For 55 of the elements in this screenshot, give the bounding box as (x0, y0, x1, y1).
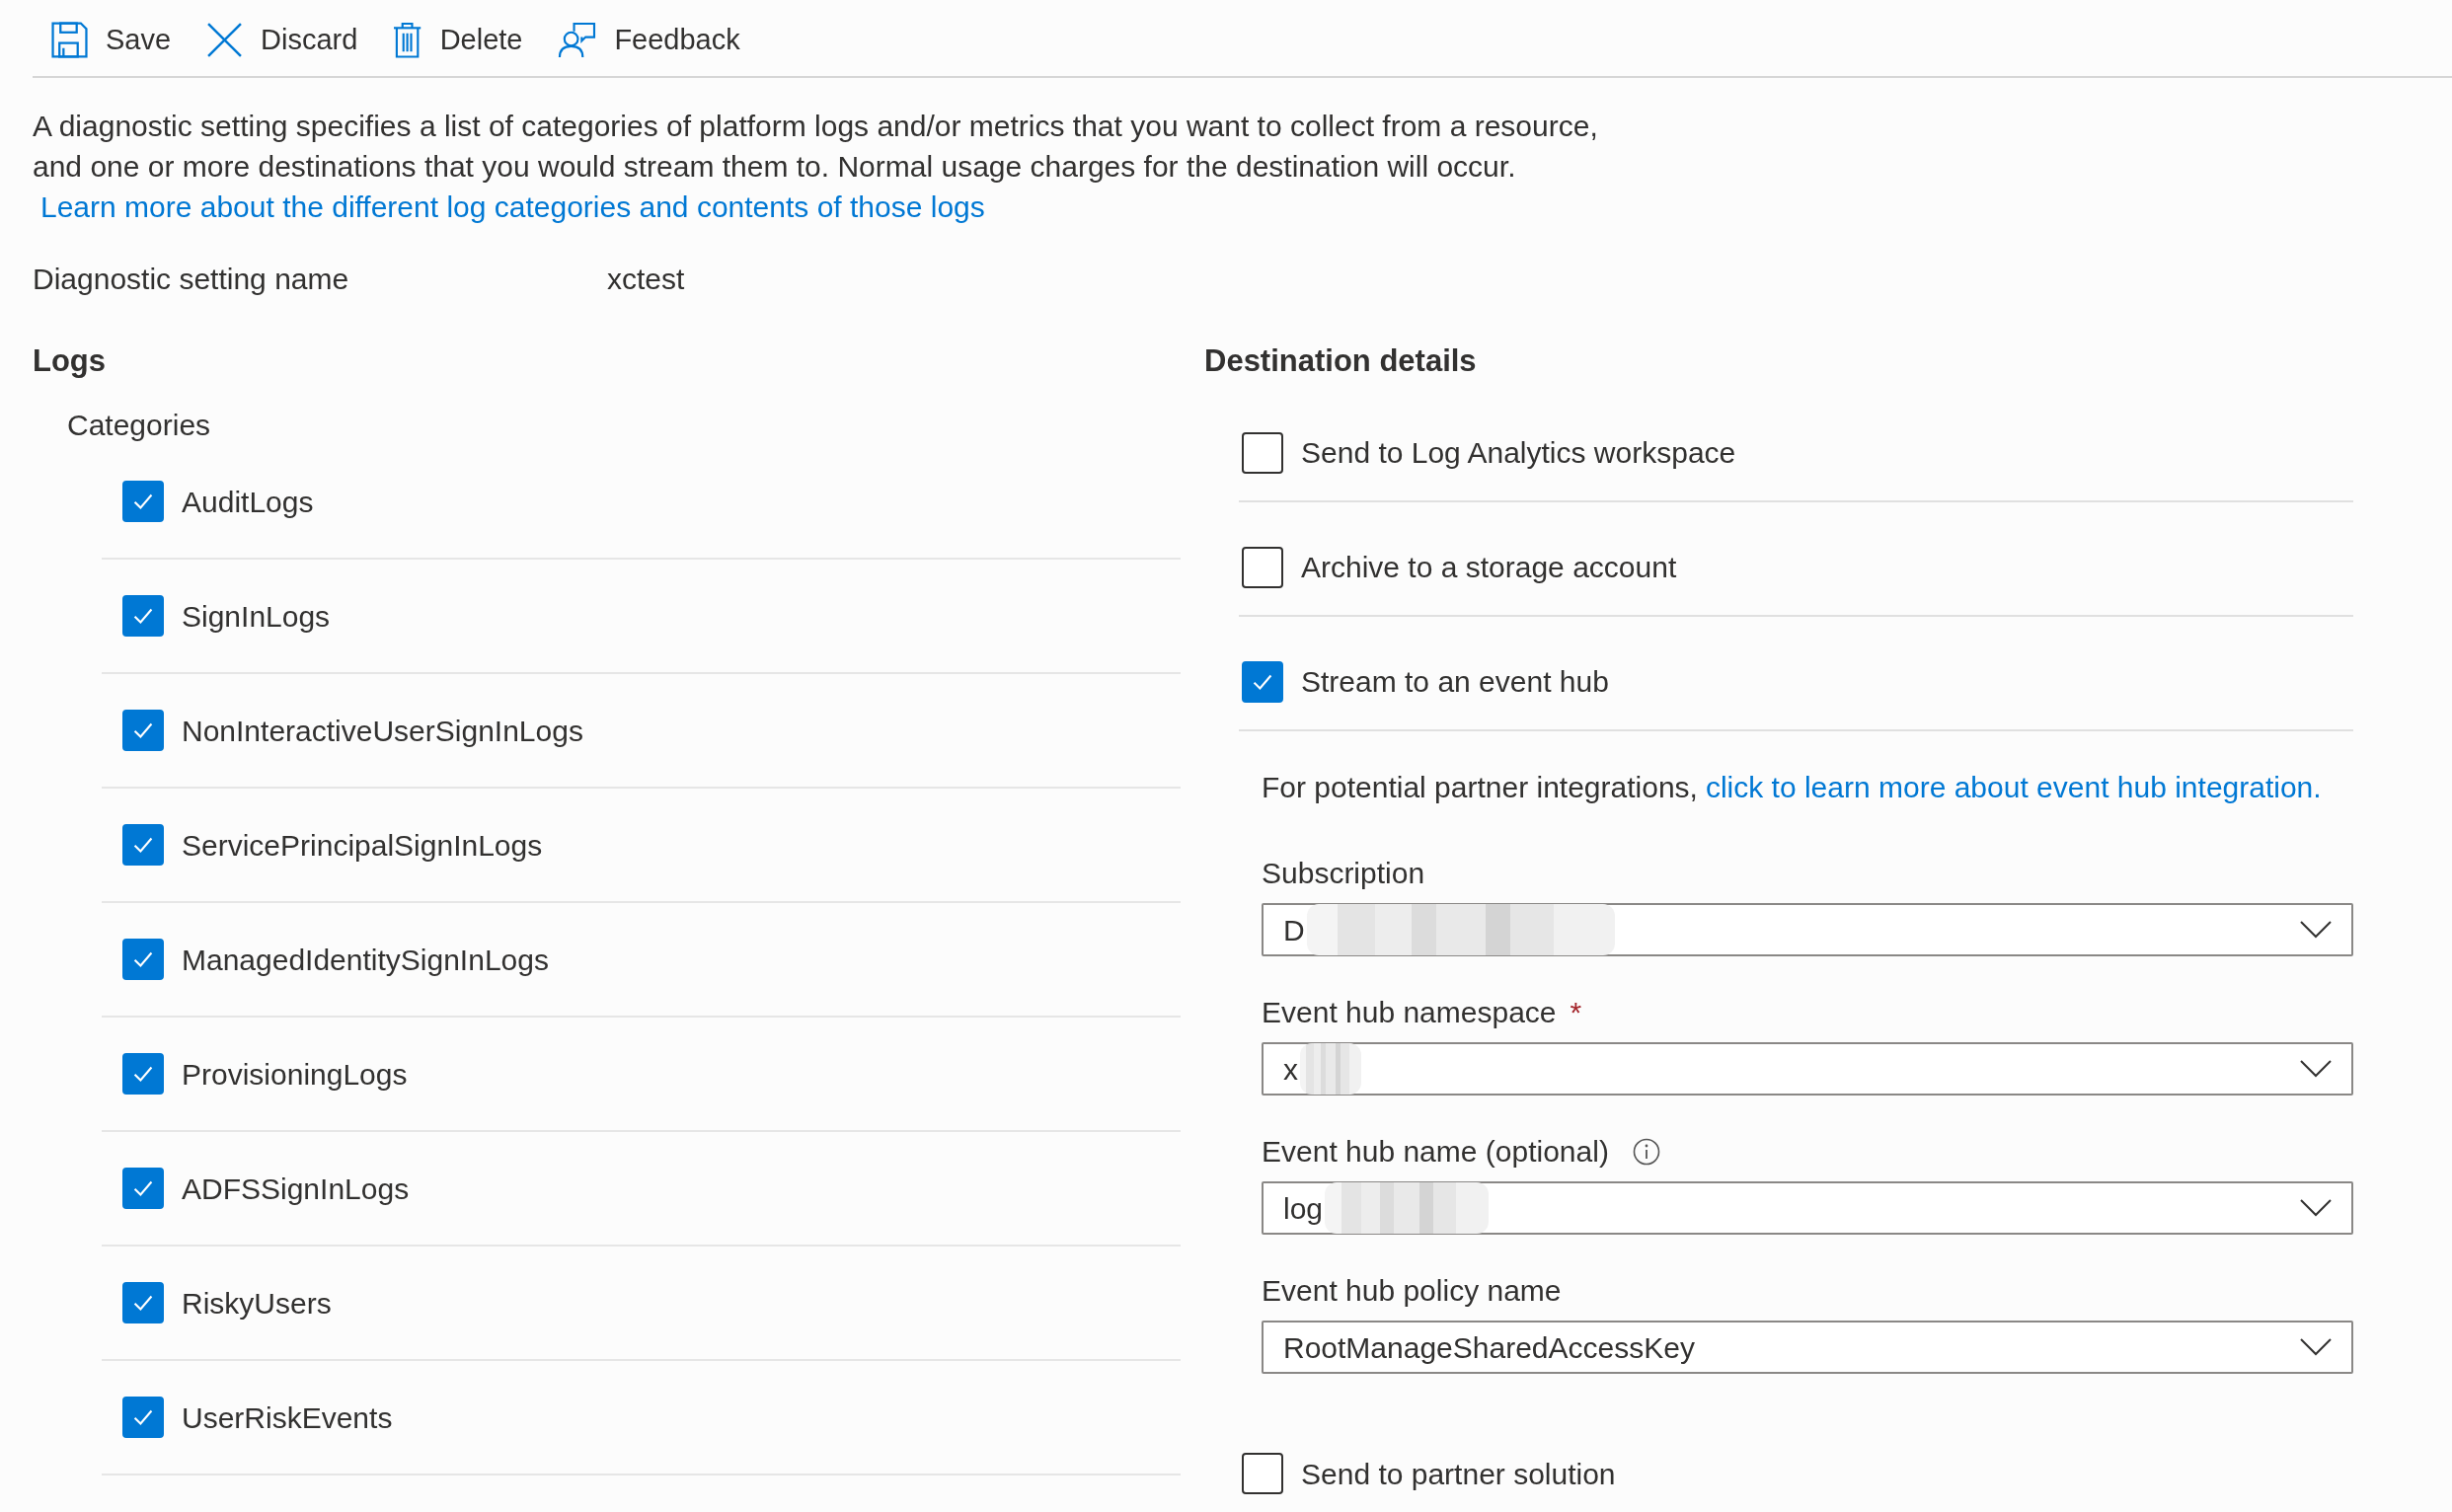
checkbox[interactable] (122, 939, 164, 980)
chevron-down-icon (2300, 1060, 2332, 1078)
checkbox[interactable] (122, 710, 164, 751)
checkbox-label: Archive to a storage account (1301, 550, 1677, 585)
checkbox-label: ProvisioningLogs (182, 1056, 408, 1093)
dropdown[interactable]: log (1262, 1181, 2353, 1235)
chevron-down-icon (2300, 921, 2332, 939)
field-label: Diagnostic setting name (33, 262, 350, 297)
save-button[interactable]: Save (51, 12, 172, 68)
checkbox-label: AuditLogs (182, 484, 314, 520)
chevron-down-icon (2300, 1199, 2332, 1217)
field-label: Subscription (1262, 856, 1425, 891)
checkbox[interactable] (1242, 432, 1283, 474)
checkbox-label: Send to partner solution (1301, 1456, 1616, 1492)
description-text: A diagnostic setting specifies a list of categories of platform logs and/or metrics that you want to collect from a resource, and one or more destinations that you would stream them to. Normal usage charges for the destination will occur. Learn more about the different log categories and contents of those logs (33, 109, 1599, 225)
close-icon (206, 22, 244, 58)
checkbox-label: ADFSSignInLogs (182, 1171, 410, 1207)
learn-more-link[interactable]: Learn more about the different log categories and contents of those logs (40, 190, 985, 223)
checkbox-label: ManagedIdentitySignInLogs (182, 942, 549, 978)
checkbox-label: UserRiskEvents (182, 1399, 393, 1436)
dropdown[interactable]: D (1262, 903, 2353, 956)
checkbox[interactable] (122, 1397, 164, 1438)
subsection-heading: Categories (67, 408, 212, 443)
event-hub-integration-link[interactable]: click to learn more about event hub integration. (1705, 771, 2322, 803)
setting-name-value: xctest (607, 262, 685, 297)
delete-button[interactable]: Delete (393, 12, 523, 68)
checkbox[interactable] (1242, 547, 1283, 588)
checkbox[interactable] (122, 1168, 164, 1209)
checkbox[interactable] (122, 1053, 164, 1095)
checkbox-label: SignInLogs (182, 598, 331, 635)
section-heading: Destination details (1204, 342, 1478, 380)
section-heading: Logs (33, 342, 108, 380)
discard-button[interactable]: Discard (206, 12, 358, 68)
trash-can-icon (393, 22, 422, 58)
chevron-down-icon (2300, 1338, 2332, 1356)
dropdown[interactable]: x (1262, 1042, 2353, 1096)
person-speech-bubble-icon (558, 22, 597, 58)
checkbox[interactable] (1242, 1453, 1283, 1494)
checkbox-label: ServicePrincipalSignInLogs (182, 827, 543, 864)
checkbox[interactable] (1242, 661, 1283, 703)
checkbox[interactable] (122, 1282, 164, 1323)
checkbox-label: NonInteractiveUserSignInLogs (182, 713, 583, 749)
checkbox-label: Send to Log Analytics workspace (1301, 435, 1736, 471)
checkbox[interactable] (122, 595, 164, 637)
partner-note-text: For potential partner integrations, click to learn more about event hub integration. (1262, 770, 2323, 805)
field-label: Event hub policy name (1262, 1273, 1562, 1309)
checkbox-label: Stream to an event hub (1301, 664, 1609, 700)
dropdown[interactable]: RootManageSharedAccessKey (1262, 1321, 2353, 1374)
field-label: Event hub name (optional) (1262, 1134, 1609, 1170)
checkbox-label: RiskyUsers (182, 1285, 332, 1322)
required-asterisk: * (1570, 995, 1582, 1030)
checkbox[interactable] (122, 824, 164, 866)
feedback-button[interactable]: Feedback (558, 12, 740, 68)
field-label: Event hub namespace (1262, 995, 1557, 1030)
checkbox[interactable] (122, 481, 164, 522)
